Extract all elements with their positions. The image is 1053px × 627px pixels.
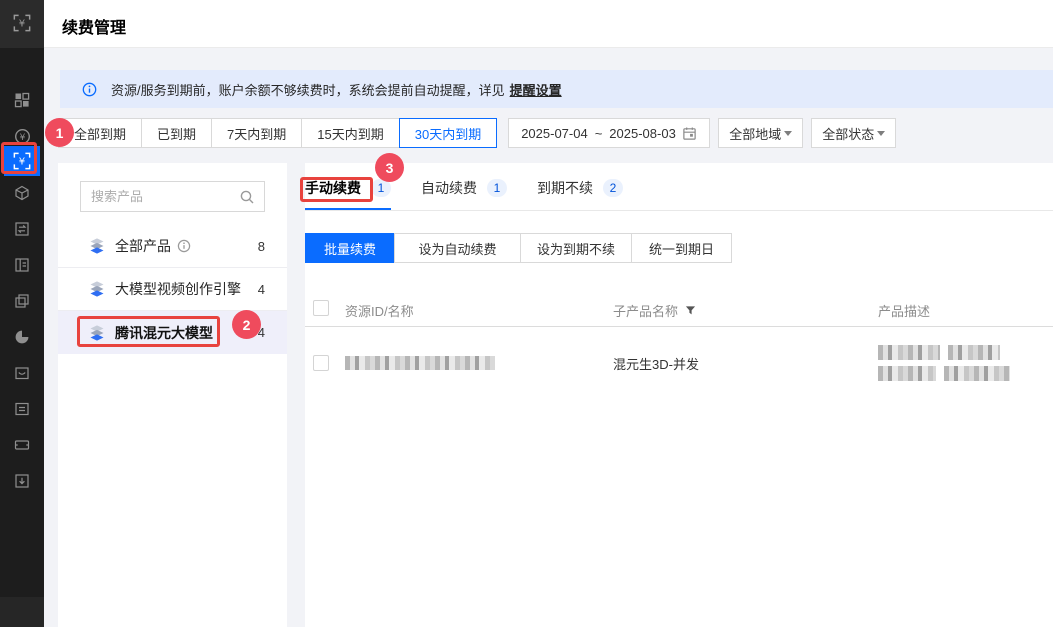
filter-funnel-icon[interactable] xyxy=(685,305,696,316)
product-item-all[interactable]: 全部产品 8 xyxy=(58,225,287,268)
svg-text:¥: ¥ xyxy=(19,18,26,29)
product-list-panel: 全部产品 8 大模型视频创作引擎 4 腾讯混元大模型 4 xyxy=(58,163,287,627)
sidebar-footer[interactable] xyxy=(0,597,44,627)
chevron-down-icon xyxy=(877,130,886,136)
panel-doc-icon[interactable] xyxy=(0,253,44,277)
reminder-settings-link[interactable]: 提醒设置 xyxy=(510,80,562,99)
redacted-description xyxy=(948,345,1000,360)
calendar-icon xyxy=(682,126,697,141)
batch-action-toolbar: 批量续费 设为自动续费 设为到期不续 统一到期日 xyxy=(305,233,732,263)
product-item-label: 腾讯混元大模型 xyxy=(115,324,213,341)
coin-yen-icon[interactable]: ¥ xyxy=(0,124,44,148)
table-header-row: 资源ID/名称 子产品名称 产品描述 xyxy=(305,293,1053,326)
info-icon xyxy=(82,82,97,97)
search-input[interactable] xyxy=(91,182,236,211)
select-all-checkbox[interactable] xyxy=(313,300,329,316)
date-separator: ~ xyxy=(594,125,603,141)
download-box-icon[interactable] xyxy=(0,469,44,493)
batch-renew-button[interactable]: 批量续费 xyxy=(305,233,395,263)
unify-expiry-date-button[interactable]: 统一到期日 xyxy=(631,233,732,263)
left-nav-sidebar: ¥ ¥ ¥ xyxy=(0,0,44,627)
renewal-main-panel: 手动续费 1 自动续费 1 到期不续 2 批量续费 设为自动续费 设为到期不续 … xyxy=(305,163,1053,627)
redacted-description xyxy=(878,366,936,381)
filter-all-expiry[interactable]: 全部到期 xyxy=(58,118,143,148)
product-item-label: 大模型视频创作引擎 xyxy=(115,281,241,297)
product-stack-icon xyxy=(88,280,106,298)
redacted-description xyxy=(944,366,1010,381)
column-header-label: 子产品名称 xyxy=(613,304,679,319)
info-circle-icon[interactable] xyxy=(177,239,191,253)
billing-bracket-yen-icon: ¥ xyxy=(13,14,31,35)
tab-label: 到期不续 xyxy=(537,179,593,196)
renewal-bracket-yen-icon[interactable]: ¥ xyxy=(4,146,40,176)
tab-label: 手动续费 xyxy=(305,179,361,196)
product-stack-icon xyxy=(88,237,106,255)
region-dropdown-value: 全部地域 xyxy=(729,126,782,142)
chevron-down-icon xyxy=(784,130,793,136)
renewal-tabbar: 手动续费 1 自动续费 1 到期不续 2 xyxy=(305,163,1053,211)
product-item-count: 4 xyxy=(257,325,265,340)
page-title: 续费管理 xyxy=(62,20,127,37)
tab-count-badge: 2 xyxy=(603,178,623,197)
info-banner: 资源/服务到期前，账户余额不够续费时，系统会提前自动提醒，详见 提醒设置 xyxy=(60,70,1053,108)
page-header: 续费管理 xyxy=(44,0,1053,48)
banner-text: 资源/服务到期前，账户余额不够续费时，系统会提前自动提醒，详见 xyxy=(111,82,505,98)
tab-count-badge: 1 xyxy=(371,178,391,197)
date-start: 2025-07-04 xyxy=(521,125,588,141)
product-item-label: 全部产品 xyxy=(115,238,171,254)
column-header-sub-product: 子产品名称 xyxy=(613,301,696,320)
tab-label: 自动续费 xyxy=(421,179,477,196)
region-dropdown[interactable]: 全部地域 xyxy=(718,118,804,148)
svg-text:¥: ¥ xyxy=(19,157,26,168)
redacted-resource-id xyxy=(345,356,495,370)
tab-auto-renewal[interactable]: 自动续费 1 xyxy=(421,163,507,210)
expiry-filter-row: 全部到期 已到期 7天内到期 15天内到期 30天内到期 2025-07-04 … xyxy=(58,118,897,148)
svg-text:¥: ¥ xyxy=(19,132,25,142)
layers-icon[interactable] xyxy=(0,289,44,313)
tab-no-renewal[interactable]: 到期不续 2 xyxy=(537,163,623,210)
filter-7-days[interactable]: 7天内到期 xyxy=(211,118,303,148)
product-search-box xyxy=(80,181,265,212)
redacted-description xyxy=(878,345,940,360)
status-dropdown-value: 全部状态 xyxy=(822,126,875,142)
date-end: 2025-08-03 xyxy=(609,125,676,141)
list-doc-icon[interactable] xyxy=(0,397,44,421)
product-item-video-engine[interactable]: 大模型视频创作引擎 4 xyxy=(58,268,287,311)
transfer-doc-icon[interactable] xyxy=(0,217,44,241)
filter-expired[interactable]: 已到期 xyxy=(141,118,213,148)
set-auto-renew-button[interactable]: 设为自动续费 xyxy=(394,233,521,263)
tab-count-badge: 1 xyxy=(487,178,507,197)
product-item-hunyuan[interactable]: 腾讯混元大模型 4 xyxy=(58,311,287,354)
dashboard-grid-icon[interactable] xyxy=(0,88,44,112)
row-checkbox[interactable] xyxy=(313,355,329,371)
product-stack-icon xyxy=(88,324,106,342)
column-header-resource-id: 资源ID/名称 xyxy=(345,304,414,319)
product-list: 全部产品 8 大模型视频创作引擎 4 腾讯混元大模型 4 xyxy=(58,225,287,354)
sub-product-cell: 混元生3D-并发 xyxy=(613,357,699,372)
search-icon xyxy=(239,189,255,205)
product-item-count: 8 xyxy=(257,238,265,254)
envelope-icon[interactable] xyxy=(0,361,44,385)
filter-15-days[interactable]: 15天内到期 xyxy=(301,118,400,148)
tab-manual-renewal[interactable]: 手动续费 1 xyxy=(305,163,391,210)
set-no-renew-button[interactable]: 设为到期不续 xyxy=(520,233,632,263)
pie-chart-icon[interactable] xyxy=(0,325,44,349)
column-header-description: 产品描述 xyxy=(878,304,931,319)
table-header-divider xyxy=(305,326,1053,327)
renewal-management-page: ¥ ¥ ¥ 续费管理 资源/服务到期前，账户余额不够续费时，系统会提前自动提醒，… xyxy=(0,0,1053,627)
status-dropdown[interactable]: 全部状态 xyxy=(811,118,897,148)
product-item-count: 4 xyxy=(257,281,265,297)
filter-30-days[interactable]: 30天内到期 xyxy=(398,118,498,148)
date-range-picker[interactable]: 2025-07-04 ~ 2025-08-03 xyxy=(508,118,711,148)
sidebar-top-item[interactable]: ¥ xyxy=(0,0,44,48)
cube-icon[interactable] xyxy=(0,181,44,205)
ticket-icon[interactable] xyxy=(0,433,44,457)
